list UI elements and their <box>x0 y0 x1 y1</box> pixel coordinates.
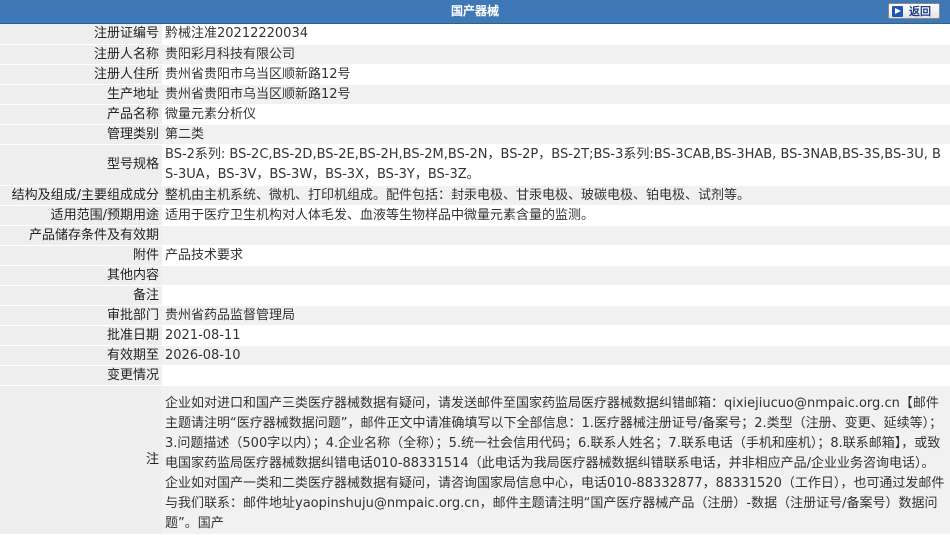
field-value: BS-2系列: BS-2C,BS-2D,BS-2E,BS-2H,BS-2M,BS… <box>162 144 950 186</box>
field-label: 结构及组成/主要组成成分 <box>0 185 162 206</box>
field-value <box>162 265 950 286</box>
field-value: 2026-08-10 <box>162 345 950 366</box>
table-row: 审批部门 贵州省药品监督管理局 <box>0 305 950 326</box>
field-value <box>162 365 950 386</box>
table-row: 其他内容 <box>0 265 950 286</box>
field-value: 贵州省药品监督管理局 <box>162 305 950 326</box>
field-label: 适用范围/预期用途 <box>0 205 162 226</box>
field-label: 附件 <box>0 245 162 266</box>
field-label: 批准日期 <box>0 325 162 346</box>
back-button[interactable]: 返回 <box>888 3 940 19</box>
table-row: 管理类别 第二类 <box>0 124 950 145</box>
field-label: 注册证编号 <box>0 24 162 45</box>
field-value: 整机由主机系统、微机、打印机组成。配件包括：封汞电极、甘汞电极、玻碳电极、铂电极… <box>162 185 950 206</box>
table-row: 适用范围/预期用途 适用于医疗卫生机构对人体毛发、血液等生物样品中微量元素含量的… <box>0 205 950 226</box>
table-row: 生产地址 贵州省贵阳市乌当区顺新路12号 <box>0 84 950 105</box>
table-row: 注册证编号 黔械注准20212220034 <box>0 24 950 45</box>
table-row: 型号规格 BS-2系列: BS-2C,BS-2D,BS-2E,BS-2H,BS-… <box>0 144 950 186</box>
field-label: 生产地址 <box>0 84 162 105</box>
table-row: 产品储存条件及有效期 <box>0 225 950 246</box>
note-label: 注 <box>0 385 162 535</box>
table-row: 附件 产品技术要求 <box>0 245 950 266</box>
field-value: 适用于医疗卫生机构对人体毛发、血液等生物样品中微量元素含量的监测。 <box>162 205 950 226</box>
field-label: 注册人名称 <box>0 44 162 65</box>
field-value: 微量元素分析仪 <box>162 104 950 125</box>
field-label: 产品储存条件及有效期 <box>0 225 162 246</box>
field-value: 贵州省贵阳市乌当区顺新路12号 <box>162 84 950 105</box>
note-row: 注 企业如对进口和国产三类医疗器械数据有疑问，请发送邮件至国家药监局医疗器械数据… <box>0 385 950 535</box>
arrow-right-icon <box>892 5 903 17</box>
table-row: 结构及组成/主要组成成分 整机由主机系统、微机、打印机组成。配件包括：封汞电极、… <box>0 185 950 206</box>
back-button-label: 返回 <box>909 5 931 18</box>
table-row: 批准日期 2021-08-11 <box>0 325 950 346</box>
field-value <box>162 225 950 246</box>
note-text: 企业如对进口和国产三类医疗器械数据有疑问，请发送邮件至国家药监局医疗器械数据纠错… <box>162 385 950 535</box>
field-value: 贵州省贵阳市乌当区顺新路12号 <box>162 64 950 85</box>
field-label: 管理类别 <box>0 124 162 145</box>
field-label: 型号规格 <box>0 144 162 186</box>
field-label: 变更情况 <box>0 365 162 386</box>
field-label: 备注 <box>0 285 162 306</box>
device-detail-table: 注册证编号 黔械注准20212220034 注册人名称 贵阳彩月科技有限公司 注… <box>0 24 950 535</box>
table-row: 备注 <box>0 285 950 306</box>
table-row: 注册人住所 贵州省贵阳市乌当区顺新路12号 <box>0 64 950 85</box>
table-row: 产品名称 微量元素分析仪 <box>0 104 950 125</box>
field-value: 贵阳彩月科技有限公司 <box>162 44 950 65</box>
page-title: 国产器械 <box>450 4 499 18</box>
field-value: 产品技术要求 <box>162 245 950 266</box>
table-row: 变更情况 <box>0 365 950 386</box>
field-value <box>162 285 950 306</box>
page-header: 国产器械 返回 <box>0 0 950 24</box>
field-label: 审批部门 <box>0 305 162 326</box>
table-row: 注册人名称 贵阳彩月科技有限公司 <box>0 44 950 65</box>
table-row: 有效期至 2026-08-10 <box>0 345 950 366</box>
field-value: 2021-08-11 <box>162 325 950 346</box>
field-label: 产品名称 <box>0 104 162 125</box>
field-value: 黔械注准20212220034 <box>162 24 950 45</box>
field-label: 其他内容 <box>0 265 162 286</box>
field-value: 第二类 <box>162 124 950 145</box>
field-label: 有效期至 <box>0 345 162 366</box>
field-label: 注册人住所 <box>0 64 162 85</box>
